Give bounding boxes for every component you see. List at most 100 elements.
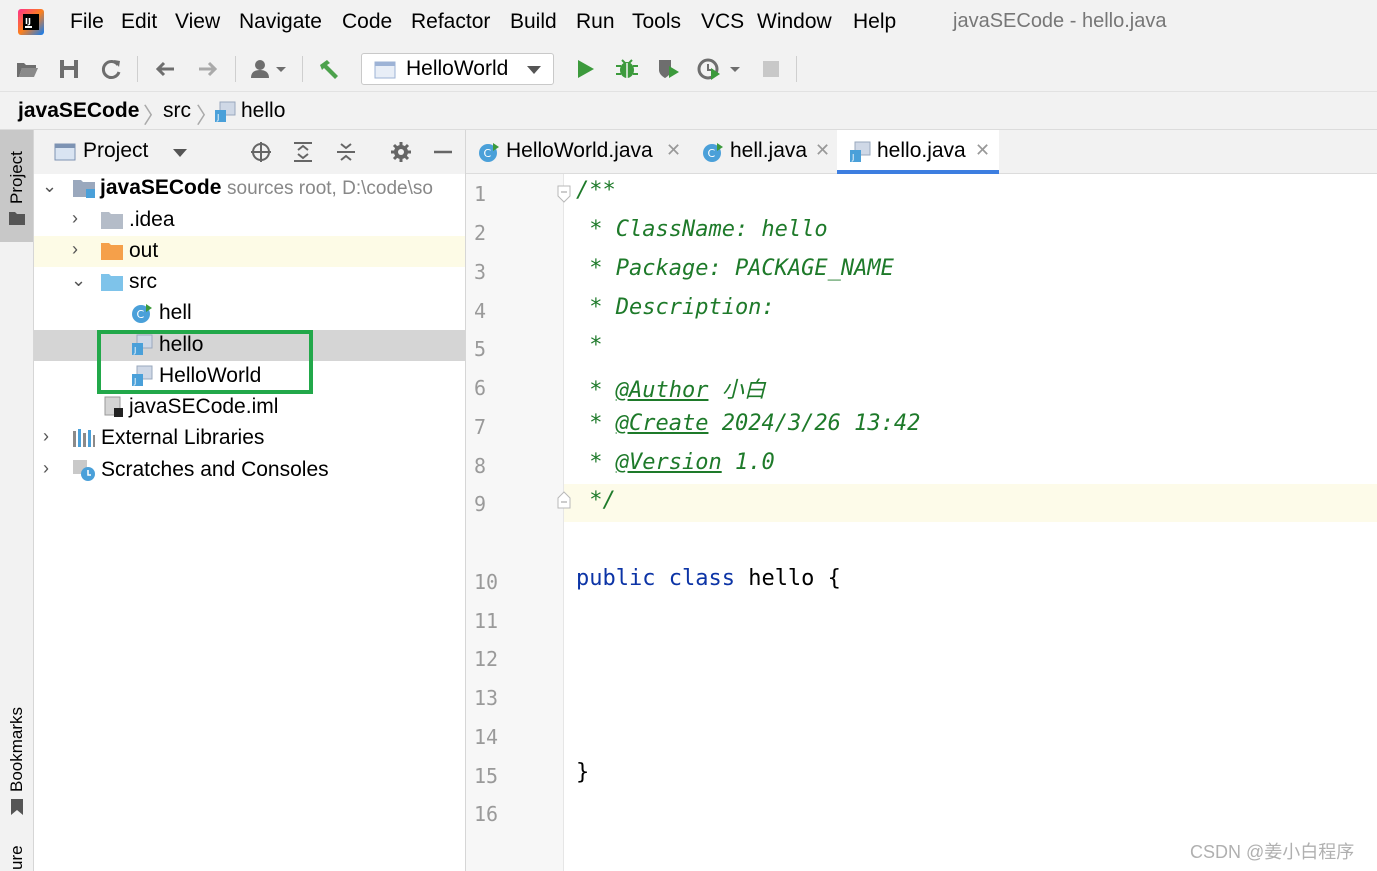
svg-text:IJ: IJ: [25, 17, 31, 26]
collapse-all-icon[interactable]: [335, 141, 357, 163]
line-number: 16: [474, 802, 499, 826]
tree-node-external-libraries[interactable]: › External Libraries: [34, 423, 465, 454]
close-icon[interactable]: ✕: [975, 140, 990, 161]
profiler-dropdown-icon[interactable]: [696, 56, 748, 82]
run-configuration-dropdown[interactable]: HelloWorld: [361, 53, 554, 85]
tree-node-helloworld[interactable]: J HelloWorld: [34, 361, 465, 392]
project-view-icon: [54, 143, 76, 161]
toolbar-separator: [302, 56, 303, 82]
breadcrumb-file[interactable]: hello: [241, 99, 285, 123]
back-arrow-icon[interactable]: [152, 56, 178, 82]
chevron-right-icon[interactable]: ›: [43, 426, 49, 447]
tree-node-src[interactable]: ⌄ src: [34, 267, 465, 298]
user-dropdown-icon[interactable]: [248, 56, 290, 82]
javadoc-tag-version: @Version: [615, 450, 722, 475]
coverage-icon[interactable]: [656, 56, 682, 82]
editor-area: C HelloWorld.java ✕ C hell.java ✕ J hell…: [466, 130, 1377, 871]
keyword: public class: [576, 566, 735, 591]
chevron-down-icon[interactable]: [172, 147, 188, 159]
menu-build[interactable]: Build: [510, 10, 557, 34]
tree-node-scratches[interactable]: › Scratches and Consoles: [34, 455, 465, 486]
line-number: 15: [474, 764, 499, 788]
close-icon[interactable]: ✕: [815, 140, 830, 161]
bookmarks-tool-label[interactable]: Bookmarks: [7, 707, 27, 792]
tree-label: hell: [159, 301, 192, 324]
menu-navigate[interactable]: Navigate: [239, 10, 322, 34]
window-title: javaSECode - hello.java: [953, 10, 1167, 32]
code-line-15: }: [576, 760, 590, 785]
tab-hell-java[interactable]: C hell.java ✕: [690, 130, 836, 174]
menu-refactor[interactable]: Refactor: [411, 10, 490, 34]
menu-view[interactable]: View: [175, 10, 220, 34]
project-tool-label: Project: [7, 151, 26, 204]
fold-open-icon[interactable]: [556, 184, 572, 204]
project-panel-title[interactable]: Project: [83, 139, 148, 163]
java-file-icon: J: [850, 141, 871, 162]
svg-text:C: C: [137, 308, 145, 321]
javadoc-value: 小白: [708, 378, 766, 403]
intellij-logo-icon[interactable]: IJ: [18, 9, 44, 35]
gear-icon[interactable]: [390, 141, 412, 163]
tree-node-hell[interactable]: C hell: [34, 298, 465, 329]
menu-vcs[interactable]: VCS: [701, 10, 744, 34]
breadcrumb-project[interactable]: javaSECode: [18, 99, 139, 123]
tree-node-iml[interactable]: javaSECode.iml: [34, 392, 465, 423]
chevron-right-icon[interactable]: ›: [72, 239, 78, 260]
menu-help[interactable]: Help: [853, 10, 896, 34]
save-icon[interactable]: [56, 56, 82, 82]
menu-code[interactable]: Code: [342, 10, 392, 34]
open-folder-icon[interactable]: [14, 56, 40, 82]
code-line-6: * @Author 小白: [576, 372, 766, 404]
line-number: 9: [474, 492, 487, 516]
menu-file[interactable]: File: [70, 10, 104, 34]
tree-node-idea[interactable]: › .idea: [34, 205, 465, 236]
chevron-right-icon[interactable]: ›: [43, 458, 49, 479]
breadcrumb-src[interactable]: src: [163, 99, 191, 123]
menu-window[interactable]: Window: [757, 10, 832, 34]
minimize-icon[interactable]: [432, 141, 454, 163]
run-icon[interactable]: [572, 56, 598, 82]
javadoc-star: *: [576, 378, 616, 403]
toolbar-separator: [796, 56, 797, 82]
tree-node-project-root[interactable]: ⌄ javaSECode sources root, D:\code\so: [34, 173, 465, 204]
expand-all-icon[interactable]: [292, 141, 314, 163]
forward-arrow-icon[interactable]: [195, 56, 221, 82]
javadoc-value: 2024/3/26 13:42: [708, 411, 921, 436]
debug-bug-icon[interactable]: [614, 56, 640, 82]
toolbar-separator: [235, 56, 236, 82]
chevron-down-icon[interactable]: ⌄: [71, 270, 86, 291]
tree-node-hello[interactable]: J hello: [34, 330, 465, 361]
java-class-icon: C: [479, 143, 499, 162]
tree-node-out[interactable]: › out: [34, 236, 465, 267]
breadcrumb: javaSECode 〉 src 〉 J hello: [0, 92, 1377, 130]
locate-target-icon[interactable]: [250, 141, 272, 163]
chevron-right-icon[interactable]: ›: [72, 208, 78, 229]
svg-text:J: J: [216, 113, 219, 122]
sync-icon[interactable]: [98, 56, 124, 82]
menu-tools[interactable]: Tools: [632, 10, 681, 34]
build-hammer-icon[interactable]: [316, 56, 342, 82]
excluded-folder-icon: [101, 243, 123, 260]
menu-run[interactable]: Run: [576, 10, 615, 34]
bookmark-icon[interactable]: [9, 798, 25, 816]
tree-label: hello: [159, 333, 204, 356]
menu-edit[interactable]: Edit: [121, 10, 157, 34]
close-icon[interactable]: ✕: [666, 140, 681, 161]
tab-hello-java[interactable]: J hello.java ✕: [837, 130, 999, 174]
line-number: 5: [474, 337, 487, 361]
stop-icon[interactable]: [758, 56, 784, 82]
project-tool-button[interactable]: Project: [0, 130, 33, 242]
svg-text:J: J: [851, 153, 854, 162]
line-number: 10: [474, 570, 499, 594]
folder-icon: [101, 212, 123, 229]
chevron-down-icon[interactable]: ⌄: [42, 176, 57, 197]
fold-close-icon[interactable]: [556, 490, 572, 510]
structure-tool-label[interactable]: ure: [7, 845, 27, 870]
source-folder-icon: [101, 274, 123, 291]
svg-text:C: C: [484, 147, 492, 160]
project-panel: Project ⌄ javaSECode sources root, D:\co…: [34, 130, 466, 871]
code-line-4: * Description:: [576, 295, 775, 320]
svg-text:C: C: [708, 147, 716, 160]
toolbar: HelloWorld: [0, 46, 1377, 92]
tab-helloworld-java[interactable]: C HelloWorld.java ✕: [466, 130, 688, 174]
